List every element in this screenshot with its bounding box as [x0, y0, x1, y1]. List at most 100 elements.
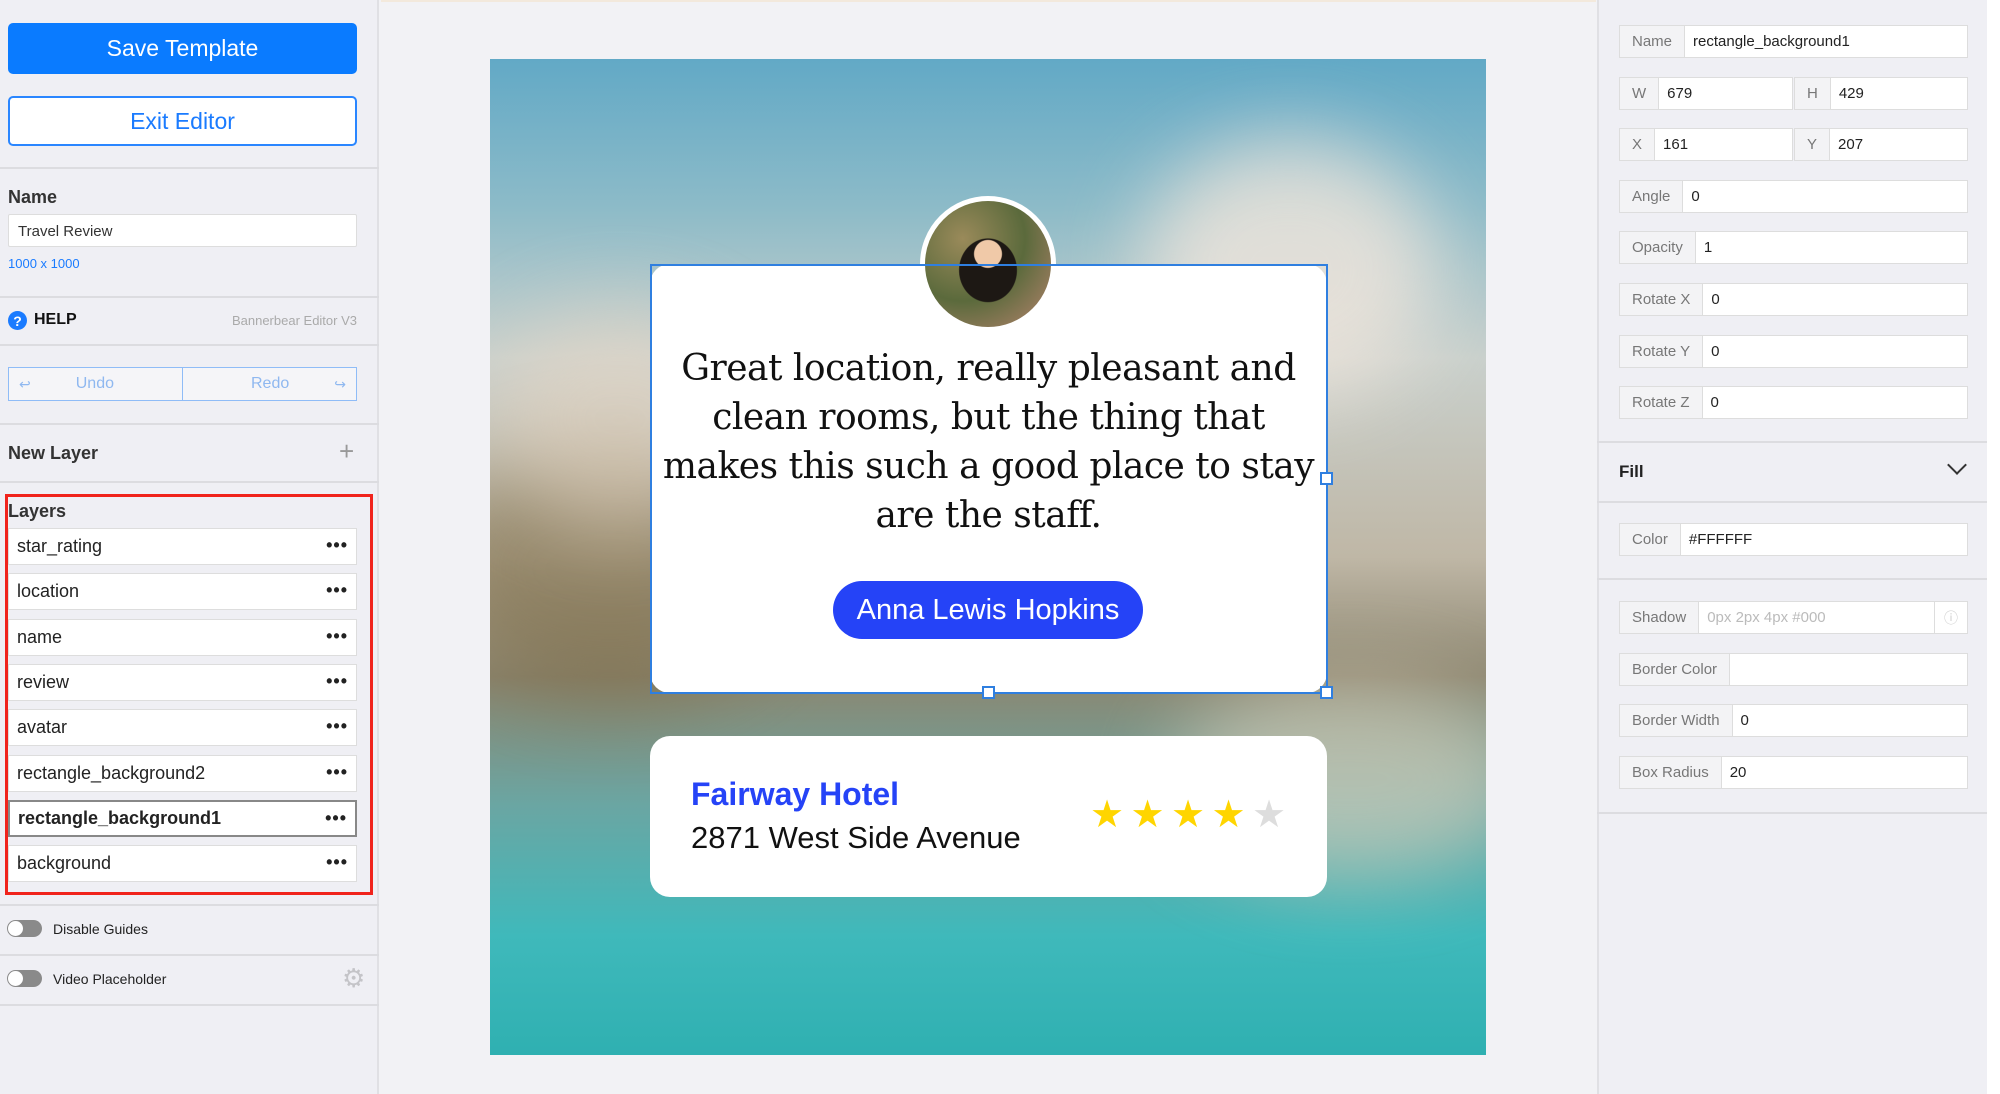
resize-handle-right[interactable] — [1320, 472, 1333, 485]
star-icon: ★ — [1090, 794, 1125, 836]
rotate-y-input[interactable]: 0 — [1703, 336, 1967, 367]
help-link[interactable]: HELP — [34, 311, 77, 329]
video-placeholder-label: Video Placeholder — [53, 971, 167, 987]
border-color-input[interactable] — [1730, 654, 1967, 685]
resize-handle-bottom-right[interactable] — [1320, 686, 1333, 699]
divider — [1597, 578, 1987, 580]
undo-label: Undo — [75, 375, 114, 392]
rotate-x-label: Rotate X — [1620, 284, 1704, 315]
divider — [0, 344, 379, 346]
reviewer-name-pill[interactable]: Anna Lewis Hopkins — [833, 581, 1143, 639]
more-options-icon[interactable]: ••• — [326, 535, 348, 556]
angle-label: Angle — [1620, 181, 1684, 212]
more-options-icon[interactable]: ••• — [326, 716, 348, 737]
border-width-field: Border Width 0 — [1619, 704, 1968, 737]
layer-name: rectangle_background2 — [17, 762, 206, 783]
border-color-label: Border Color — [1620, 654, 1731, 685]
review-text[interactable]: Great location, really pleasant and clea… — [650, 344, 1327, 540]
help-icon[interactable]: ? — [8, 311, 27, 330]
reviewer-avatar[interactable] — [920, 196, 1056, 332]
dimensions-link[interactable]: 1000 x 1000 — [8, 256, 80, 271]
divider — [1597, 812, 1987, 814]
more-options-icon[interactable]: ••• — [326, 852, 348, 873]
layer-item[interactable]: rectangle_background2 ••• — [8, 754, 357, 792]
name-input[interactable]: rectangle_background1 — [1685, 26, 1967, 57]
hotel-address[interactable]: 2871 West Side Avenue — [691, 820, 1021, 856]
border-width-label: Border Width — [1620, 705, 1733, 736]
redo-label: Redo — [251, 375, 290, 392]
opacity-field: Opacity 1 — [1619, 231, 1968, 264]
left-panel: Save Template Exit Editor Name Travel Re… — [0, 0, 379, 1094]
more-options-icon[interactable]: ••• — [326, 671, 348, 692]
layer-item[interactable]: rectangle_background1 ••• — [8, 799, 357, 837]
layer-name: name — [17, 626, 63, 647]
shadow-input[interactable]: 0px 2px 4px #000 — [1699, 602, 1934, 633]
redo-icon: ↪ — [334, 375, 346, 392]
star-icon: ★ — [1171, 794, 1206, 836]
divider — [0, 167, 379, 169]
video-placeholder-toggle[interactable] — [7, 970, 42, 987]
x-label: X — [1620, 129, 1656, 160]
opacity-label: Opacity — [1620, 232, 1696, 263]
box-radius-field: Box Radius 20 — [1619, 756, 1968, 789]
shadow-field: Shadow 0px 2px 4px #000 ⓘ — [1619, 601, 1968, 634]
save-template-button[interactable]: Save Template — [8, 23, 357, 74]
layer-name: review — [17, 671, 70, 692]
opacity-input[interactable]: 1 — [1696, 232, 1967, 263]
template-name-input[interactable]: Travel Review — [8, 214, 357, 247]
more-options-icon[interactable]: ••• — [326, 580, 348, 601]
y-input[interactable]: 207 — [1830, 129, 1967, 160]
border-width-input[interactable]: 0 — [1733, 705, 1967, 736]
divider — [0, 296, 379, 298]
layer-name: location — [17, 581, 80, 602]
divider — [0, 423, 379, 425]
rotate-z-field: Rotate Z0 — [1619, 386, 1968, 419]
w-input[interactable]: 679 — [1659, 78, 1792, 109]
rotate-x-field: Rotate X0 — [1619, 283, 1968, 316]
resize-handle-bottom[interactable] — [982, 686, 995, 699]
disable-guides-toggle[interactable] — [7, 920, 42, 937]
more-options-icon[interactable]: ••• — [326, 626, 348, 647]
rotate-z-input[interactable]: 0 — [1703, 387, 1967, 418]
fill-section-label: Fill — [1619, 462, 1644, 481]
layer-item[interactable]: background ••• — [8, 845, 357, 883]
color-label: Color — [1620, 524, 1681, 555]
layer-name: rectangle_background1 — [18, 807, 222, 828]
star-icon: ★ — [1252, 794, 1287, 836]
box-radius-input[interactable]: 20 — [1722, 757, 1967, 788]
x-input[interactable]: 161 — [1655, 129, 1792, 160]
hotel-name[interactable]: Fairway Hotel — [691, 776, 899, 813]
window-edge — [1987, 0, 2000, 1094]
layer-item[interactable]: name ••• — [8, 618, 357, 656]
h-input[interactable]: 429 — [1831, 78, 1967, 109]
redo-button[interactable]: Redo ↪ — [182, 367, 357, 401]
help-icon[interactable]: ⓘ — [1934, 602, 1967, 633]
layer-item[interactable]: avatar ••• — [8, 709, 357, 747]
name-label: Name — [8, 187, 58, 207]
new-layer-label: New Layer — [8, 443, 99, 463]
layer-item[interactable]: location ••• — [8, 573, 357, 611]
rotate-x-input[interactable]: 0 — [1703, 284, 1967, 315]
undo-button[interactable]: ↩ Undo — [8, 367, 183, 401]
add-layer-icon[interactable]: + — [339, 436, 354, 467]
more-options-icon[interactable]: ••• — [326, 762, 348, 783]
y-label: Y — [1795, 129, 1831, 160]
star-icon: ★ — [1211, 794, 1246, 836]
border-color-field: Border Color — [1619, 653, 1968, 686]
divider — [1597, 501, 1987, 503]
name-field: Name rectangle_background1 — [1619, 25, 1968, 58]
layer-item[interactable]: review ••• — [8, 663, 357, 701]
angle-input[interactable]: 0 — [1683, 181, 1967, 212]
layer-item[interactable]: star_rating ••• — [8, 528, 357, 565]
gear-icon[interactable]: ⚙ — [342, 963, 365, 994]
divider — [0, 481, 379, 483]
angle-field: Angle 0 — [1619, 180, 1968, 213]
divider — [0, 904, 379, 906]
color-input[interactable]: #FFFFFF — [1681, 524, 1967, 555]
more-options-icon[interactable]: ••• — [325, 808, 347, 829]
color-field: Color #FFFFFF — [1619, 523, 1968, 556]
w-field: W 679 — [1619, 77, 1793, 110]
layer-name: background — [17, 853, 112, 874]
exit-editor-button[interactable]: Exit Editor — [8, 96, 357, 146]
h-field: H 429 — [1794, 77, 1968, 110]
